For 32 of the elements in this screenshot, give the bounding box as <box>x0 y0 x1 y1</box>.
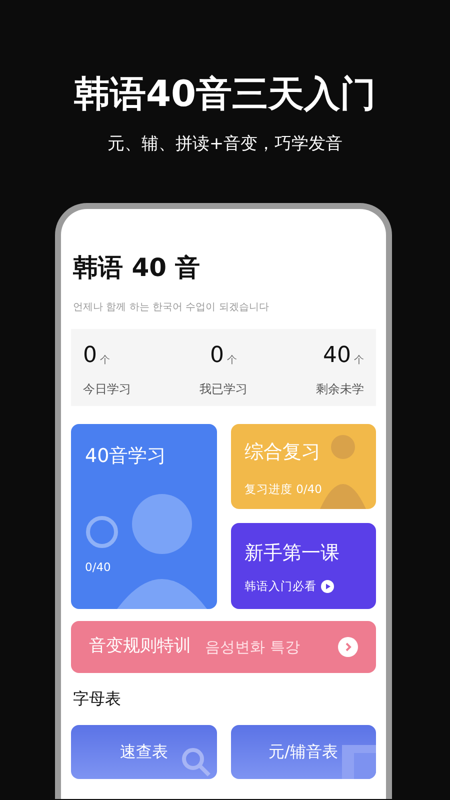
stat-value: 0 <box>83 342 97 370</box>
progress-ring <box>85 514 119 548</box>
app-title: 韩语 40 音 <box>73 252 202 284</box>
quick-table-button[interactable]: 速查表 <box>71 725 216 779</box>
stat-label: 剩余未学 <box>316 381 364 398</box>
letters-table-button[interactable]: 元/辅音表 <box>230 725 376 779</box>
stat-value: 40 <box>323 342 351 370</box>
banner-subtitle: 음성변화 특강 <box>205 636 301 658</box>
stat-unit: 个 <box>100 354 110 368</box>
chevron-right-icon <box>338 637 358 657</box>
progress-text: 0/40 <box>85 558 112 576</box>
stat-unit: 个 <box>354 354 364 368</box>
stat-label: 我已学习 <box>200 381 248 398</box>
tagline: 언제나 함께 하는 한국어 수업이 되겠습니다 <box>73 301 270 315</box>
card-title: 综合复习 <box>244 440 322 465</box>
card-title: 40音学习 <box>85 444 168 469</box>
stat-label: 今日学习 <box>83 381 131 398</box>
section-title: 字母表 <box>73 688 122 710</box>
card-title: 新手第一课 <box>244 541 340 566</box>
stat-value: 0 <box>210 342 224 370</box>
card-subtitle: 韩语入门必看 <box>244 578 316 594</box>
banner[interactable]: 音变规则特训 음성변화 특강 <box>71 621 376 673</box>
banner-title: 音变规则特训 <box>89 635 191 658</box>
search-icon <box>180 747 210 777</box>
stat-unit: 个 <box>227 354 237 368</box>
play-icon <box>320 580 334 593</box>
card-subtitle: 复习进度 0/40 <box>244 480 323 498</box>
lesson-card[interactable]: 新手第一课 韩语入门必看 <box>230 523 376 609</box>
review-card[interactable]: 综合复习 复习进度 0/40 <box>230 424 376 509</box>
study-card[interactable]: 40音学习 0/40 <box>71 424 216 609</box>
subheadline: 元、辅、拼读+音变，巧学发音 <box>106 133 344 156</box>
headline: 韩语40音三天入门 <box>72 73 378 117</box>
